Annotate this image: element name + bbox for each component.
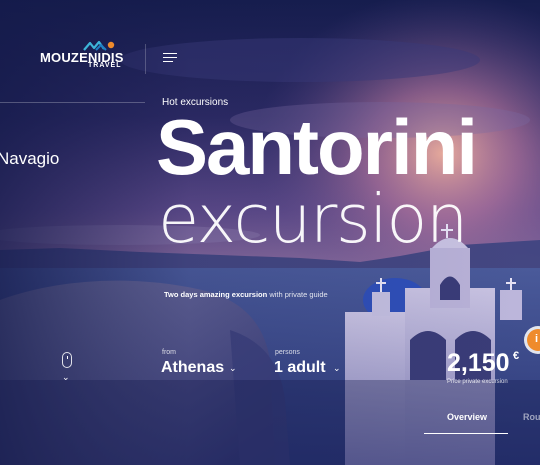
from-label: from [162,349,176,356]
scroll-mouse-icon[interactable] [62,352,72,368]
tab-route[interactable]: Rou [523,412,540,422]
price-value: 2,150 [447,349,510,377]
scroll-down-chevron-icon[interactable]: ⌄ [62,372,70,383]
hero-subtitle: excursion [158,180,468,258]
price-currency: € [513,350,520,362]
hero-title: Santorini [156,103,478,191]
from-chevron-down-icon[interactable]: ⌄ [229,363,237,374]
side-destination-link[interactable]: Navagio [0,149,59,169]
tagline-bold: Two days amazing excursion [164,290,268,299]
hamburger-menu-icon[interactable] [163,53,177,63]
tab-overview[interactable]: Overview [447,412,487,422]
side-divider [0,102,145,103]
logo-subtitle: TRAVEL [88,62,122,69]
info-icon: i [535,333,539,345]
persons-value[interactable]: 1 adult [274,359,326,377]
from-value[interactable]: Athenas [161,359,224,377]
persons-label: persons [275,349,300,356]
tagline-rest: with private guide [267,290,328,299]
price-label: Price private excursion [447,379,508,385]
header-divider [145,44,146,74]
hero-tagline: Two days amazing excursion with private … [164,290,328,299]
tab-active-indicator [424,433,508,434]
persons-chevron-down-icon[interactable]: ⌄ [333,363,341,374]
